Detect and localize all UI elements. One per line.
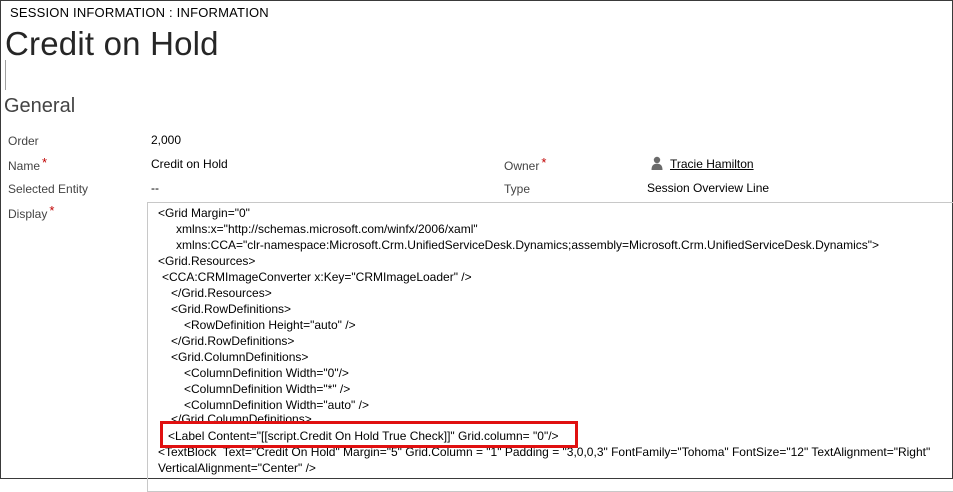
type-label: Type [504,182,531,196]
name-required-marker: * [42,155,48,170]
code-line: <ColumnDefinition Width="*" /> [184,382,351,396]
code-line: </Grid.RowDefinitions> [171,334,295,348]
name-field[interactable]: Credit on Hold [151,157,228,171]
code-line: <Grid Margin="0" [158,206,250,220]
type-field[interactable]: Session Overview Line [647,181,769,195]
display-label-text: Display [8,207,48,221]
breadcrumb: SESSION INFORMATION : INFORMATION [10,5,269,20]
display-label: Display * [8,203,55,221]
owner-required-marker: * [541,155,547,170]
order-field[interactable]: 2,000 [151,133,181,147]
code-line: <Grid.Resources> [158,254,256,268]
code-line: </Grid.Resources> [171,286,272,300]
section-title-general: General [4,95,76,117]
user-icon [651,156,663,170]
code-line: VerticalAlignment="Center" /> [158,461,316,475]
code-line: xmlns:CCA="clr-namespace:Microsoft.Crm.U… [176,238,880,252]
owner-link[interactable]: Tracie Hamilton [670,157,754,171]
selected-entity-field[interactable]: -- [151,181,159,195]
name-label: Name * [8,155,48,173]
page-title: Credit on Hold [5,25,219,62]
code-line: <CCA:CRMImageConverter x:Key="CRMImageLo… [162,270,472,284]
code-line: <Grid.ColumnDefinitions> [171,350,309,364]
order-label: Order [8,134,39,148]
highlight-box [160,421,578,448]
owner-label: Owner * [504,155,547,173]
display-required-marker: * [49,203,55,218]
code-line: <RowDefinition Height="auto" /> [184,318,356,332]
title-divider [5,60,6,90]
owner-label-text: Owner [504,159,540,173]
code-line: <ColumnDefinition Width="0"/> [184,366,349,380]
code-line: xmlns:x="http://schemas.microsoft.com/wi… [176,222,478,236]
name-label-text: Name [8,159,41,173]
code-line: <Grid.RowDefinitions> [171,302,292,316]
selected-entity-label: Selected Entity [8,182,89,196]
code-line: <ColumnDefinition Width="auto" /> [184,398,369,412]
